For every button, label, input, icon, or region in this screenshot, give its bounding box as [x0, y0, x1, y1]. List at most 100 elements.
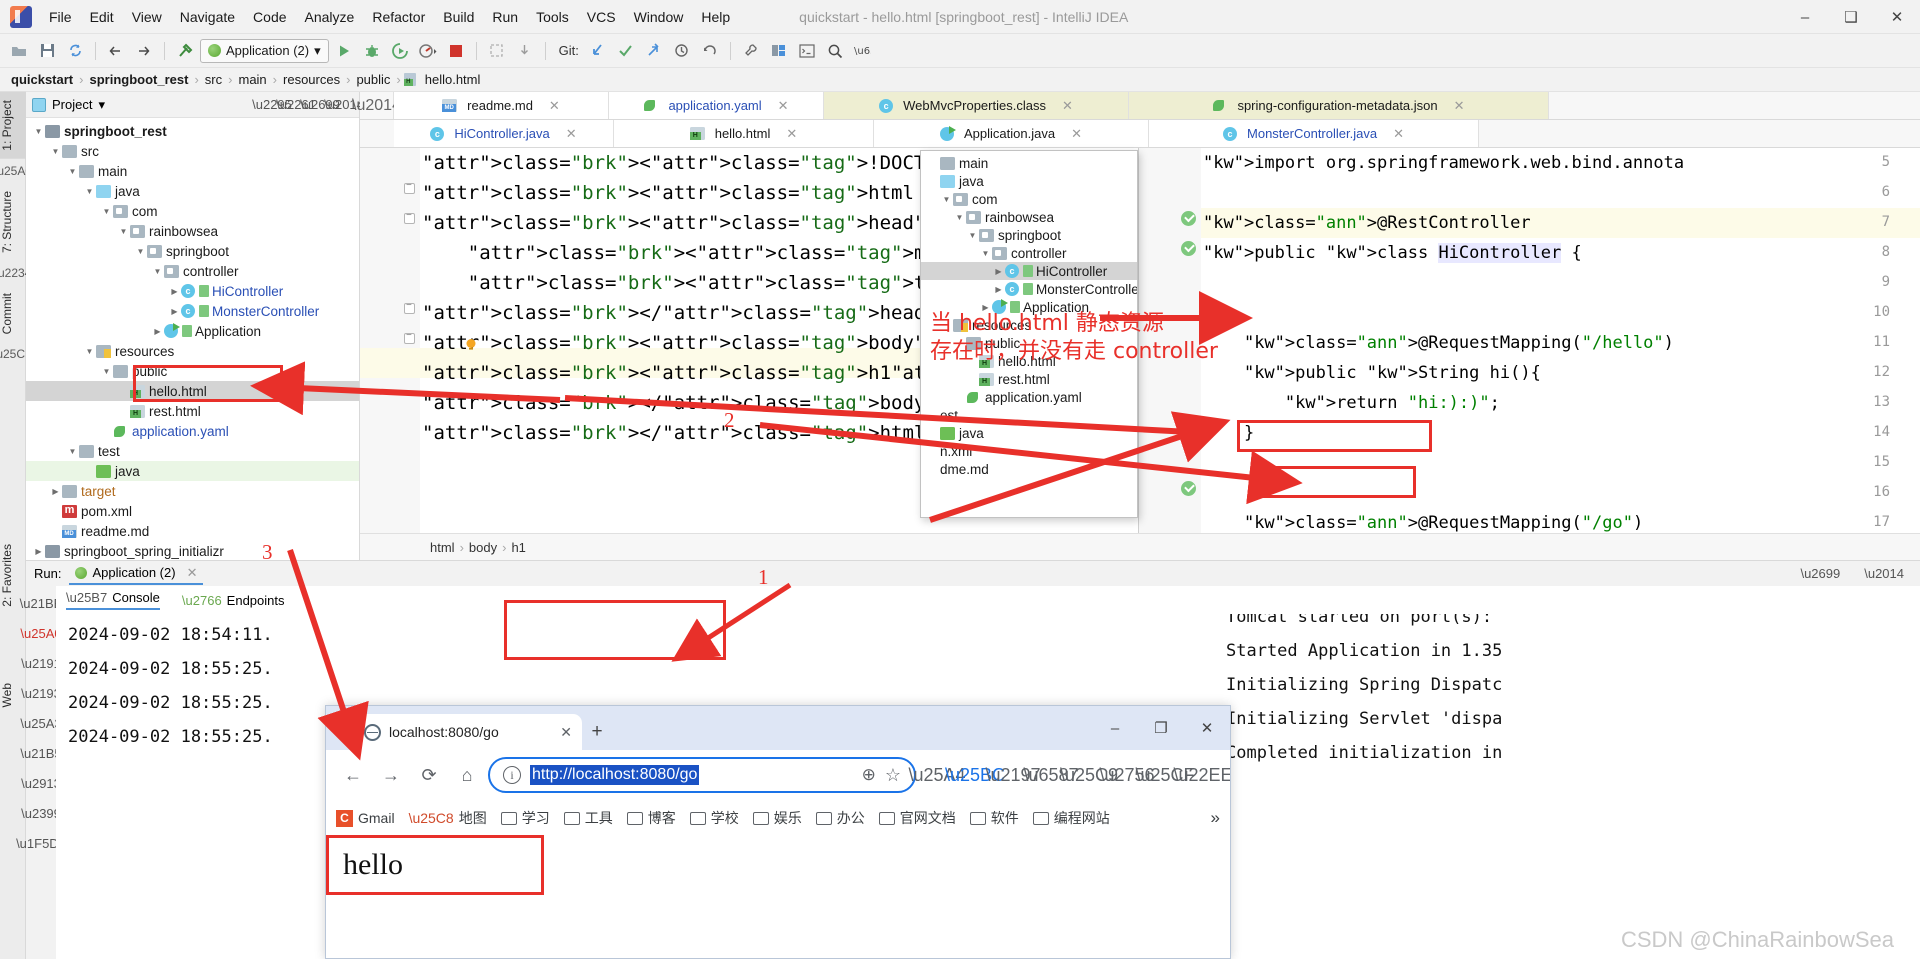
tree-item-resources[interactable]: resources [26, 341, 359, 361]
site-info-icon[interactable]: i [503, 766, 521, 784]
menu-item-vcs[interactable]: VCS [578, 5, 625, 29]
menu-item-view[interactable]: View [123, 5, 171, 29]
tree-item-application-yaml[interactable]: application.yaml [26, 421, 359, 441]
scroll-down-icon[interactable]: \u2193 [21, 682, 61, 704]
bookmark-blog[interactable]: 博客 [626, 808, 676, 828]
tree-item-monstercontroller[interactable]: c MonsterController [26, 301, 359, 321]
build-hammer-icon[interactable] [172, 38, 198, 64]
popup-item-java[interactable]: java [921, 172, 1137, 190]
settings-wrench-icon[interactable] [738, 38, 764, 64]
search-everywhere-icon[interactable] [822, 38, 848, 64]
close-icon[interactable]: ✕ [560, 724, 572, 741]
chevron-right-icon[interactable] [992, 267, 1005, 276]
editor-tab-application-java[interactable]: Application.java ✕ [874, 120, 1149, 147]
clear-all-icon[interactable]: \u1F5D1 [16, 832, 66, 854]
popup-item-rest-html[interactable]: rest.html [921, 370, 1137, 388]
editor-tab-hello-html[interactable]: hello.html ✕ [614, 120, 874, 147]
bean-gutter-icon[interactable] [1181, 481, 1196, 496]
tree-item-rest-html[interactable]: rest.html [26, 401, 359, 421]
git-history-icon[interactable] [669, 38, 695, 64]
fold-marker[interactable] [404, 210, 415, 224]
run-gutter-icon[interactable] [1181, 211, 1196, 226]
translate-icon[interactable]: \u6587A [850, 38, 876, 64]
popup-item-dme-md[interactable]: dme.md [921, 460, 1137, 478]
popup-item-java[interactable]: java [921, 424, 1137, 442]
chevron-down-icon[interactable]: ⌄ [326, 706, 352, 750]
forward-icon[interactable] [131, 38, 157, 64]
tree-item-java[interactable]: java [26, 181, 359, 201]
close-icon[interactable]: ✕ [1071, 126, 1082, 142]
run-icon[interactable] [331, 38, 357, 64]
editor-tab-monstercontroller-java[interactable]: c MonsterController.java ✕ [1149, 120, 1479, 147]
breadcrumb-body[interactable]: body [469, 540, 497, 555]
popup-item-hicontroller[interactable]: c HiController [921, 262, 1137, 280]
menu-item-window[interactable]: Window [625, 5, 693, 29]
popup-item-rainbowsea[interactable]: rainbowsea [921, 208, 1137, 226]
run-with-coverage-icon[interactable] [387, 38, 413, 64]
print-icon[interactable]: \u2399 [21, 802, 61, 824]
bean-gutter-icon[interactable] [1181, 241, 1196, 256]
popup-item-com[interactable]: com [921, 190, 1137, 208]
reload-icon[interactable]: ⟳ [412, 758, 446, 792]
tool-tab-project[interactable]: 1: Project [0, 92, 26, 159]
new-tab-button[interactable]: + [582, 714, 612, 750]
browser-minimize-button[interactable]: – [1092, 708, 1138, 748]
run-tab-endpoints[interactable]: \u2766 Endpoints [182, 593, 285, 608]
tree-item-hicontroller[interactable]: c HiController [26, 281, 359, 301]
chevron-down-icon[interactable] [83, 347, 96, 356]
bookmark-school[interactable]: 学校 [689, 808, 739, 828]
stop-icon[interactable] [443, 38, 469, 64]
camera-icon[interactable]: \u25A3 [20, 712, 61, 734]
bookmark-official-docs[interactable]: 官网文档 [878, 808, 956, 828]
bookmark-programming-sites[interactable]: 编程网站 [1032, 808, 1110, 828]
chevron-right-icon[interactable] [168, 307, 181, 316]
bookmark-software[interactable]: 软件 [969, 808, 1019, 828]
menu-item-refactor[interactable]: Refactor [363, 5, 434, 29]
scroll-to-end-icon[interactable]: \u2913 [21, 772, 61, 794]
popup-item-springboot[interactable]: springboot [921, 226, 1137, 244]
java-code-editor[interactable]: 567891011121314151617181920 "kw">import … [1138, 148, 1920, 533]
breadcrumb-item-resources[interactable]: resources [280, 72, 343, 87]
tree-item-java[interactable]: java [26, 461, 359, 481]
tree-item-rainbowsea[interactable]: rainbowsea [26, 221, 359, 241]
hide-panel-icon[interactable]: \u2014 [1864, 566, 1904, 581]
settings-gear-icon[interactable]: \u2699 [1800, 566, 1840, 581]
breadcrumb-item-hello-html[interactable]: hello.html [422, 72, 484, 87]
menu-item-navigate[interactable]: Navigate [171, 5, 244, 29]
popup-item-main[interactable]: main [921, 154, 1137, 172]
editor-tab-readme-md[interactable]: readme.md ✕ [394, 92, 609, 119]
git-revert-icon[interactable] [697, 38, 723, 64]
breadcrumb-item-main[interactable]: main [235, 72, 269, 87]
menu-item-tools[interactable]: Tools [527, 5, 578, 29]
bookmark-office[interactable]: 办公 [815, 808, 865, 828]
editor-tab-hicontroller-java[interactable]: c HiController.java ✕ [394, 120, 614, 147]
popup-item-application-yaml[interactable]: application.yaml [921, 388, 1137, 406]
zoom-icon[interactable]: ⊕ [862, 765, 876, 785]
browser-menu-icon[interactable]: \u22EE [1173, 758, 1230, 792]
chevron-right-icon[interactable] [32, 547, 45, 556]
address-bar[interactable]: i http://localhost:8080/go ⊕ ☆ [488, 757, 916, 793]
bookmark-entertainment[interactable]: 娱乐 [752, 808, 802, 828]
close-icon[interactable]: ✕ [1454, 98, 1465, 114]
chevron-down-icon[interactable]: ▾ [98, 97, 105, 113]
chevron-down-icon[interactable] [151, 267, 164, 276]
popup-item-monstercontroller[interactable]: c MonsterController [921, 280, 1137, 298]
window-close-button[interactable]: ✕ [1874, 0, 1920, 34]
fold-marker[interactable] [404, 180, 415, 194]
browser-maximize-button[interactable]: ❐ [1138, 708, 1184, 748]
bookmark-map[interactable]: \u25C8 地图 [409, 808, 487, 828]
chevron-down-icon[interactable] [953, 213, 966, 222]
tree-item-springboot-spring-initializr[interactable]: springboot_spring_initializr [26, 541, 359, 561]
window-maximize-button[interactable]: ❑ [1828, 0, 1874, 34]
install-plugin-icon[interactable] [484, 38, 510, 64]
chevron-down-icon[interactable] [134, 247, 147, 256]
save-all-icon[interactable] [34, 38, 60, 64]
popup-item-n-xml[interactable]: n.xml [921, 442, 1137, 460]
chrome-browser-window[interactable]: ⌄ localhost:8080/go ✕ + – ❐ ✕ ← → ⟳ ⌂ i … [325, 705, 1231, 959]
scroll-up-icon[interactable]: \u2191 [21, 652, 61, 674]
tree-item-springboot[interactable]: springboot [26, 241, 359, 261]
tree-item-hello-html[interactable]: hello.html [26, 381, 359, 401]
chevron-down-icon[interactable] [83, 187, 96, 196]
chevron-down-icon[interactable] [32, 127, 45, 136]
tree-item-main[interactable]: main [26, 161, 359, 181]
